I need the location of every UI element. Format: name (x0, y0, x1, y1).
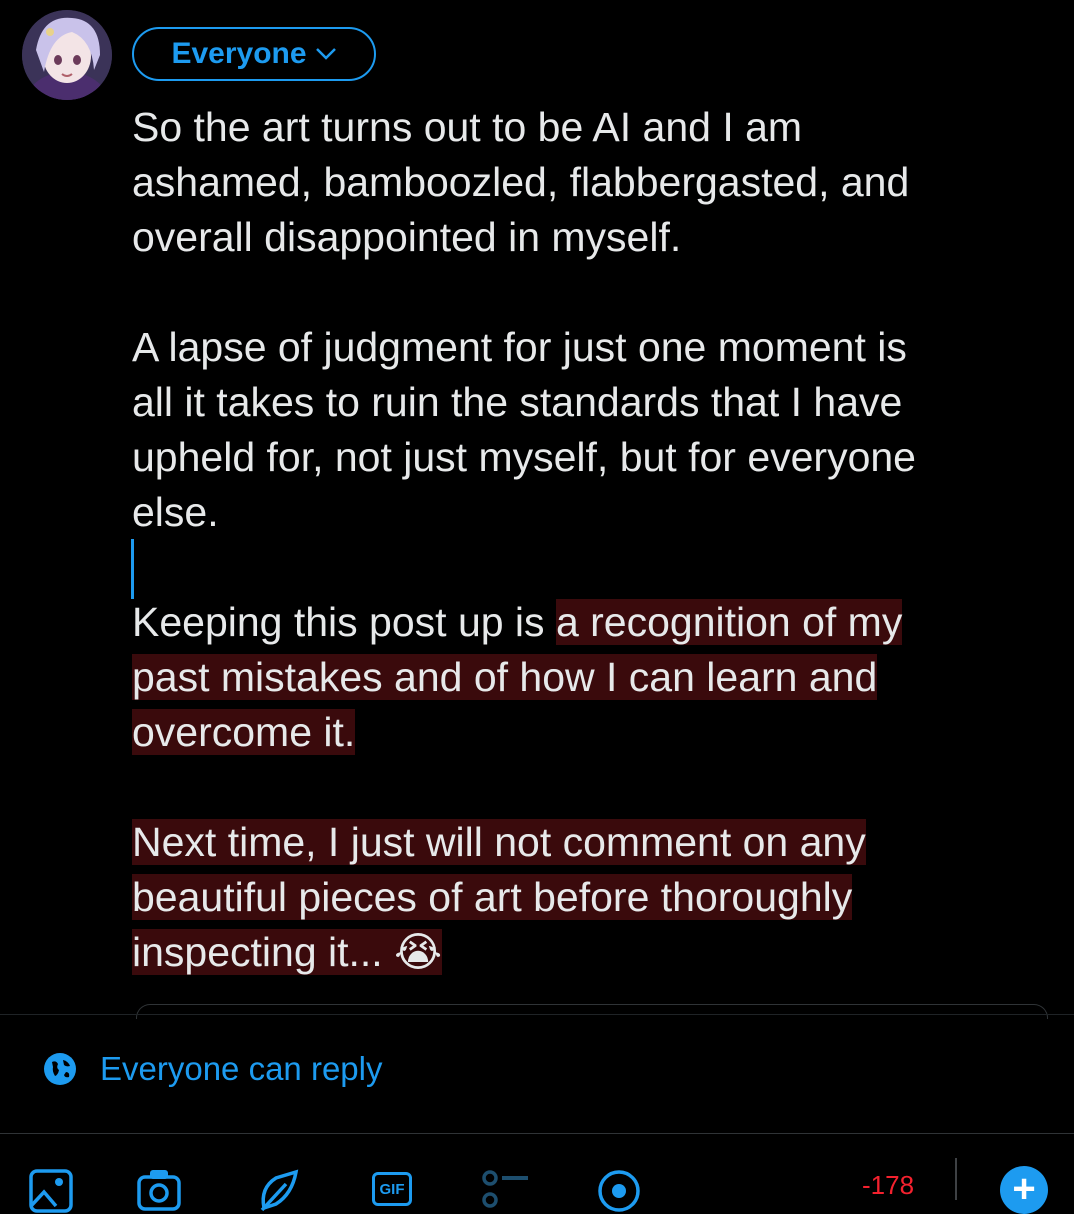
composer-paragraph-1: So the art turns out to be AI and I am a… (132, 104, 910, 260)
audience-selector-button[interactable]: Everyone (132, 27, 376, 81)
divider (0, 1133, 1074, 1134)
tweet-composer[interactable]: So the art turns out to be AI and I am a… (132, 100, 1062, 980)
reply-setting-button[interactable]: Everyone can reply (42, 1050, 382, 1088)
draw-icon[interactable] (256, 1168, 302, 1214)
composer-paragraph-2: A lapse of judgment for just one moment … (132, 324, 916, 535)
avatar-image (22, 10, 112, 100)
image-icon[interactable] (28, 1168, 74, 1214)
character-counter: -178 (862, 1170, 915, 1200)
text-cursor (131, 539, 134, 599)
composer-paragraph-3-start: Keeping this post up is (132, 599, 556, 645)
quoted-post-card[interactable] (136, 1004, 1048, 1019)
gif-icon[interactable]: GIF (372, 1172, 412, 1206)
globe-icon (44, 1053, 76, 1085)
location-icon[interactable] (596, 1168, 642, 1214)
camera-icon[interactable] (136, 1168, 182, 1214)
chevron-down-icon (315, 48, 336, 60)
audience-label: Everyone (171, 37, 307, 70)
gif-label: GIF (379, 1181, 405, 1198)
add-post-button[interactable]: + (1000, 1166, 1048, 1214)
reply-setting-label: Everyone can reply (100, 1050, 383, 1087)
selected-text-highlight: a recognition of my past mistakes and of… (132, 599, 903, 975)
avatar[interactable] (22, 10, 112, 100)
divider (0, 1014, 1074, 1015)
toolbar-separator (955, 1158, 957, 1200)
poll-icon[interactable] (480, 1168, 530, 1214)
composer-paragraph-3: Keeping this post up is a recognition of… (132, 595, 1062, 980)
